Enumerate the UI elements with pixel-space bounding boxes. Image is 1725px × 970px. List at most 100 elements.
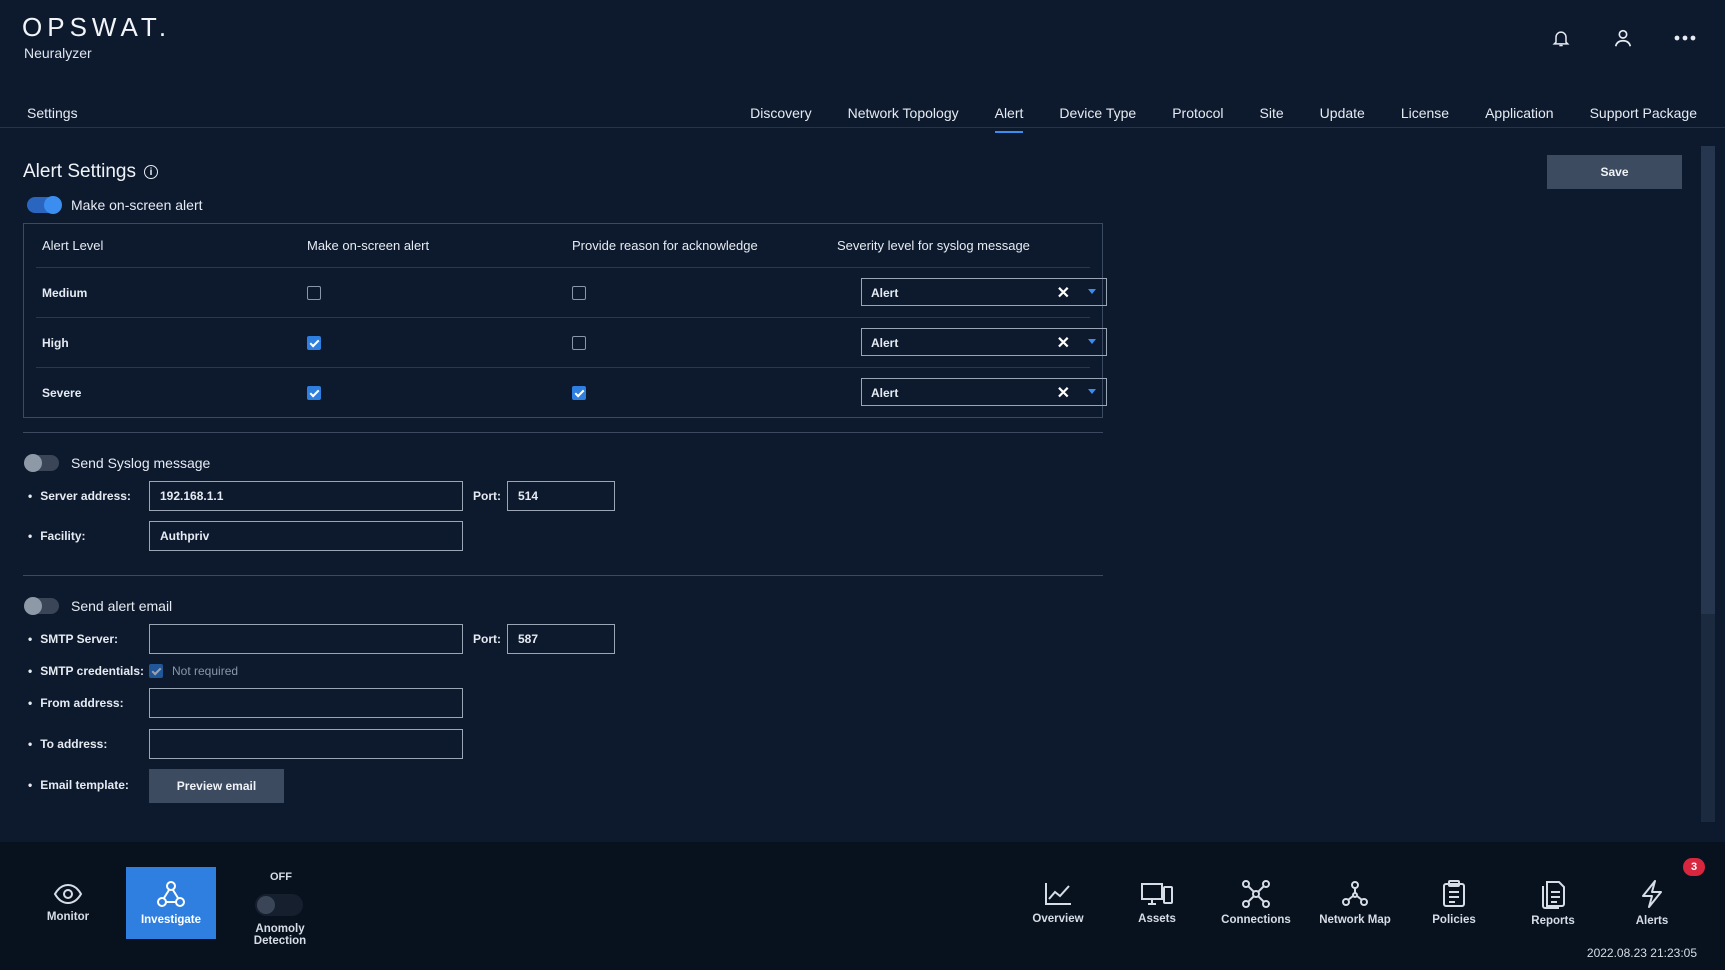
tab-discovery[interactable]: Discovery (750, 105, 811, 121)
syslog-port-label: Port: (473, 489, 501, 503)
onscreen-checkbox-severe[interactable] (307, 386, 321, 400)
syslog-port-input[interactable] (507, 481, 615, 511)
row-level-label: Severe (42, 386, 82, 400)
more-options-icon[interactable] (1673, 26, 1697, 50)
smtp-credentials-label: SMTP credentials: (28, 664, 144, 678)
header-actions (1549, 26, 1697, 50)
nav-overview[interactable]: Overview (1013, 867, 1103, 939)
clipboard-icon (1443, 880, 1465, 907)
row-level-label: Medium (42, 286, 88, 300)
smtp-server-input[interactable] (149, 624, 463, 654)
header-onscreen: Make on-screen alert (307, 238, 430, 253)
chevron-down-icon[interactable] (1088, 389, 1096, 394)
clear-icon[interactable]: ✕ (1057, 383, 1070, 403)
scrollbar-thumb[interactable] (1701, 146, 1715, 614)
anomaly-detection: OFF Anomoly Detection (228, 870, 332, 947)
nav-policies[interactable]: Policies (1409, 867, 1499, 939)
onscreen-checkbox-high[interactable] (307, 336, 321, 350)
alerts-badge: 3 (1683, 858, 1705, 876)
server-address-input[interactable] (149, 481, 463, 511)
nav-policies-label: Policies (1432, 914, 1476, 926)
nav-alerts-label: Alerts (1635, 915, 1669, 927)
nav-assets[interactable]: Assets (1112, 867, 1202, 939)
nav-investigate-label: Investigate (140, 914, 202, 926)
reason-checkbox-medium[interactable] (572, 286, 586, 300)
clear-icon[interactable]: ✕ (1057, 283, 1070, 303)
page-title-text: Alert Settings (23, 161, 136, 182)
header-alert-level: Alert Level (42, 238, 104, 253)
tab-license[interactable]: License (1401, 105, 1449, 121)
onscreen-alert-label: Make on-screen alert (71, 197, 203, 213)
nav-connections-label: Connections (1221, 914, 1291, 926)
table-row-high: High Alert ✕ (36, 317, 1107, 367)
nav-overview-label: Overview (1032, 913, 1084, 925)
tab-site[interactable]: Site (1260, 105, 1284, 121)
devices-icon (1141, 883, 1173, 905)
nav-monitor[interactable]: Monitor (23, 867, 113, 939)
user-icon[interactable] (1611, 26, 1635, 50)
tab-network-topology[interactable]: Network Topology (848, 105, 959, 121)
email-label: Send alert email (71, 598, 173, 614)
clear-icon[interactable]: ✕ (1057, 333, 1070, 353)
alert-level-table: Alert Level Make on-screen alert Provide… (23, 223, 1107, 418)
reason-checkbox-severe[interactable] (572, 386, 586, 400)
nav-connections[interactable]: Connections (1211, 867, 1301, 939)
network-map-icon (1342, 881, 1368, 906)
bell-icon[interactable] (1549, 26, 1573, 50)
severity-select-severe[interactable]: Alert ✕ (861, 378, 1107, 406)
severity-value: Alert (871, 336, 899, 350)
tab-alert[interactable]: Alert (994, 105, 1023, 133)
tab-update[interactable]: Update (1320, 105, 1365, 121)
syslog-toggle[interactable] (24, 454, 59, 472)
severity-select-high[interactable]: Alert ✕ (861, 328, 1107, 356)
facility-input[interactable] (149, 521, 463, 551)
tab-bar: Discovery Network Topology Alert Device … (750, 105, 1697, 133)
to-address-input[interactable] (149, 729, 463, 759)
from-address-input[interactable] (149, 688, 463, 718)
anomaly-state: OFF (270, 871, 292, 883)
tab-support-package[interactable]: Support Package (1590, 105, 1697, 121)
tab-device-type[interactable]: Device Type (1059, 105, 1136, 121)
onscreen-checkbox-medium[interactable] (307, 286, 321, 300)
onscreen-alert-toggle[interactable] (27, 196, 62, 214)
table-row-severe: Severe Alert ✕ (36, 367, 1107, 417)
header-reason: Provide reason for acknowledge (572, 238, 758, 253)
info-icon[interactable]: i (144, 165, 158, 179)
to-address-label: To address: (28, 737, 107, 751)
connections-icon (1242, 880, 1270, 908)
tab-application[interactable]: Application (1485, 105, 1554, 121)
syslog-label: Send Syslog message (71, 455, 211, 471)
nav-network-map-label: Network Map (1319, 914, 1391, 926)
not-required-checkbox[interactable] (149, 664, 163, 678)
chart-icon (1045, 883, 1071, 905)
nav-investigate[interactable]: Investigate (126, 867, 216, 939)
nav-network-map[interactable]: Network Map (1310, 867, 1400, 939)
from-address-label: From address: (28, 696, 123, 710)
nav-reports-label: Reports (1531, 915, 1575, 927)
chevron-down-icon[interactable] (1088, 339, 1096, 344)
nav-alerts[interactable]: Alerts (1607, 867, 1697, 939)
nav-assets-label: Assets (1138, 913, 1176, 925)
smtp-port-input[interactable] (507, 624, 615, 654)
app-header: OPSWAT. Neuralyzer (0, 0, 1725, 80)
anomaly-toggle[interactable] (255, 894, 303, 916)
email-toggle[interactable] (24, 597, 59, 615)
lightning-icon (1642, 880, 1662, 908)
row-level-label: High (42, 336, 69, 350)
eye-icon (53, 883, 83, 905)
chevron-down-icon[interactable] (1088, 289, 1096, 294)
severity-select-medium[interactable]: Alert ✕ (861, 278, 1107, 306)
nav-monitor-label: Monitor (46, 911, 90, 923)
scrollbar[interactable] (1701, 146, 1715, 822)
preview-email-button[interactable]: Preview email (149, 769, 284, 803)
smtp-port-label: Port: (473, 632, 501, 646)
smtp-server-label: SMTP Server: (28, 632, 118, 646)
section-divider (23, 432, 1103, 433)
reason-checkbox-high[interactable] (572, 336, 586, 350)
severity-value: Alert (871, 386, 899, 400)
tab-protocol[interactable]: Protocol (1172, 105, 1223, 121)
severity-value: Alert (871, 286, 899, 300)
save-button[interactable]: Save (1547, 155, 1682, 189)
email-template-label: Email template: (28, 778, 129, 792)
nav-reports[interactable]: Reports (1508, 867, 1598, 939)
